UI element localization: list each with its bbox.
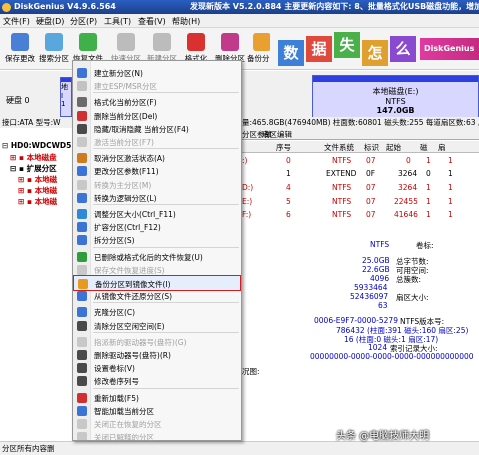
new-partition-icon [153,33,171,51]
menu-item-icon [77,336,87,347]
menu-item-icon [77,81,87,92]
table-row[interactable]: :) 0 NTFS 07 0 1 1 [240,155,479,167]
menu-separator [93,331,239,333]
menu-help[interactable]: 帮助(H) [172,16,200,27]
menu-partition[interactable]: 分区(P) [70,16,97,27]
banner-char: 失 [334,32,360,58]
menu-item-label: 建立ESP/MSR分区 [94,82,157,92]
menu-separator [93,148,239,150]
menu-item-icon [77,97,87,108]
tree-item[interactable]: ⊞ ▪ 本地磁盘 [10,152,57,163]
save-icon [11,33,29,51]
delete-icon [221,33,239,51]
menu-view[interactable]: 查看(V) [138,16,166,27]
app-title: DiskGenius V4.9.6.564 [14,2,116,11]
table-row[interactable]: 1 EXTEND 0F 3264 0 1 [240,168,479,180]
partition-block-left[interactable]: 地 I 1 [60,77,72,117]
recover-icon [79,33,97,51]
tab-sector-edit[interactable]: 扇区编辑 [262,129,292,140]
detail-fs: NTFS [370,240,390,249]
banner-char: 数 [278,40,304,66]
table-row[interactable]: F:) 6 NTFS 07 41646 1 1 [240,209,479,221]
banner-char: 么 [390,36,416,62]
disk-tree: ⊟ HD0:WDCWD5 ⊞ ▪ 本地磁盘 ⊟ ▪ 扩展分区 ⊞ ▪ 本地磁 ⊞… [0,139,78,439]
app-icon [2,3,11,12]
search-icon [45,33,63,51]
title-bar: DiskGenius V4.9.6.564 发现新版本 V5.2.0.884 主… [0,0,479,14]
menu-item-label: 关闭已解释的分区 [94,433,154,443]
menu-item-icon [77,166,87,177]
tree-item[interactable]: ⊟ ▪ 扩展分区 [10,163,57,174]
partition-size: 147.0GB [376,106,415,115]
partition-block-e[interactable]: 本地磁盘(E:) NTFS 147.0GB [312,75,479,121]
tree-root[interactable]: ⊟ HD0:WDCWD5 [2,141,71,150]
menu-item-label: 转换为逻辑分区(L) [94,193,157,203]
banner-char: 怎 [362,40,388,66]
menu-item-icon [77,264,87,275]
menu-item-icon [77,376,87,387]
menu-item-icon [77,137,87,147]
table-row[interactable]: D:) 4 NTFS 07 3264 1 1 [240,182,479,194]
quick-partition-icon [117,33,135,51]
menu-item-icon [77,235,87,246]
menu-item-label: 修改卷序列号 [94,377,139,387]
menu-item-icon [77,392,87,403]
menu-item-icon [77,68,87,78]
menu-item-icon [77,222,87,233]
menu-item-icon [77,432,87,443]
menu-file[interactable]: 文件(F) [3,16,30,27]
menu-item-label: 清除分区空闲空间(E) [94,321,165,331]
search-partition-button[interactable]: 搜索分区 [36,30,72,68]
menu-item-icon [77,192,87,203]
menu-item-label: 从镜像文件还原分区(S) [94,292,173,302]
menu-item-icon [77,363,87,374]
partition-details: NTFS 卷标: 25.0GB 总字节数: 22.6GB 可用空间: 4096 … [242,240,474,376]
menu-item-label: 拆分分区(S) [94,236,135,246]
menu-separator [93,204,239,205]
menu-item-icon [77,251,87,262]
menu-item-icon [77,291,87,302]
detail-fs-label: 卷标: [416,241,434,250]
tree-item[interactable]: ⊞ ▪ 本地磁 [18,174,57,185]
context-menu: 建立新分区(N) 建立ESP/MSR分区 格式化当前分区(F) 删除当前分区(Del)… [72,60,242,443]
menu-item-label: 激活当前分区(F7) [94,138,154,147]
disk-label: 硬盘 0 [6,96,30,105]
menu-separator [93,302,239,304]
context-menu-item[interactable]: 关闭已解释的分区 [73,429,241,445]
menu-item-icon [77,153,87,164]
brand-label: DiskGenius [420,38,479,60]
tree-item[interactable]: ⊞ ▪ 本地磁 [18,185,57,196]
watermark: 头条 @电脑技师大明 [336,431,430,442]
menu-tools[interactable]: 工具(T) [104,16,131,27]
menu-item-icon [77,209,87,219]
table-row[interactable]: E:) 5 NTFS 07 22455 1 1 [240,196,479,208]
menu-bar: 文件(F) 硬盘(D) 分区(P) 工具(T) 查看(V) 帮助(H) [0,14,479,28]
partition-name: 本地磁盘(E:) [372,87,419,96]
menu-item-icon [77,419,87,429]
format-icon [187,33,205,51]
menu-disk[interactable]: 硬盘(D) [36,16,64,27]
menu-item-icon [77,320,87,331]
menu-item-icon [77,405,87,416]
menu-item-icon [77,350,87,360]
menu-item-icon [77,307,87,318]
menu-item-icon [77,123,87,134]
save-button[interactable]: 保存更改 [2,30,38,68]
update-notice[interactable]: 发现新版本 V5.2.0.884 主要更新内容如下: 8、批量格式化USB磁盘功… [190,0,479,14]
partition-table: 序号 文件系统 标识 起始 磁 扇 :) 0 NTFS 07 0 1 1 1 E… [240,141,479,221]
partition-fs: NTFS [385,97,406,106]
tree-item[interactable]: ⊞ ▪ 本地磁 [18,196,57,207]
menu-item-icon [77,179,87,190]
ad-banner[interactable]: 数 据 失 怎 么 DiskGenius [270,30,479,68]
table-header: 序号 文件系统 标识 起始 磁 扇 [240,141,479,153]
backup-icon [253,33,271,51]
banner-char: 据 [306,36,332,62]
menu-separator [93,246,239,248]
menu-item-icon [77,110,87,121]
menu-separator [93,387,239,389]
tab-bar: 分区参数 扇区编辑 [240,128,479,140]
menu-separator [93,92,239,94]
